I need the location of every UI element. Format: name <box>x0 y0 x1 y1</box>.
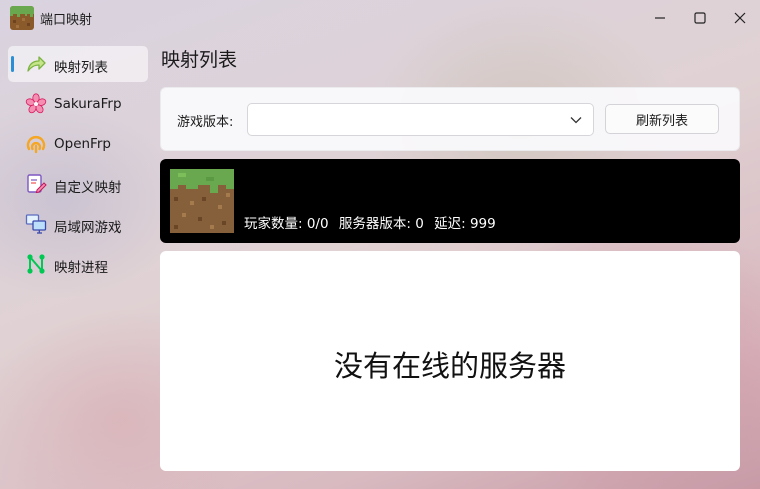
window-title: 端口映射 <box>40 13 93 28</box>
game-version-select[interactable] <box>247 103 594 136</box>
computers-icon <box>25 213 47 235</box>
sidebar-item-lan-games[interactable]: 局域网游戏 <box>8 206 148 242</box>
network-nodes-icon <box>25 253 47 275</box>
sidebar-item-custom-mapping[interactable]: 自定义映射 <box>8 166 148 202</box>
server-card[interactable]: 玩家数量: 0/0 服务器版本: 0 延迟: 999 <box>160 159 740 243</box>
maximize-icon <box>694 12 706 24</box>
minimize-icon <box>655 17 665 19</box>
sidebar-item-label: 自定义映射 <box>54 180 122 196</box>
player-count: 玩家数量: 0/0 <box>244 216 329 232</box>
sidebar-item-label: OpenFrp <box>54 136 111 152</box>
server-version: 服务器版本: 0 <box>338 216 424 232</box>
grass-block-icon <box>10 6 34 30</box>
edit-document-icon <box>25 173 47 195</box>
server-latency: 延迟: 999 <box>434 216 496 232</box>
grass-block-icon <box>170 169 234 233</box>
maximize-button[interactable] <box>682 0 718 36</box>
close-icon <box>734 12 746 24</box>
server-list-panel: 没有在线的服务器 <box>160 251 740 471</box>
sidebar-item-mapping-process[interactable]: 映射进程 <box>8 246 148 282</box>
refresh-list-button[interactable]: 刷新列表 <box>605 104 719 134</box>
share-arrow-icon <box>25 53 47 75</box>
chevron-down-icon <box>570 117 582 124</box>
sidebar-item-label: 映射列表 <box>54 60 108 76</box>
sidebar-item-openfrp[interactable]: OpenFrp <box>8 126 148 162</box>
sidebar-item-label: 映射进程 <box>54 260 108 276</box>
sidebar-item-sakurafrp[interactable]: SakuraFrp <box>8 86 148 122</box>
game-version-label: 游戏版本: <box>177 115 234 130</box>
minimize-button[interactable] <box>642 0 678 36</box>
page-title: 映射列表 <box>161 49 238 71</box>
server-info: 玩家数量: 0/0 服务器版本: 0 延迟: 999 <box>244 212 502 232</box>
sidebar-item-label: SakuraFrp <box>54 96 122 112</box>
title-bar: 端口映射 <box>0 0 760 36</box>
empty-state-message: 没有在线的服务器 <box>333 349 566 383</box>
sidebar-item-mapping-list[interactable]: 映射列表 <box>8 46 148 82</box>
version-filter-card: 游戏版本: 刷新列表 <box>160 87 740 151</box>
openfrp-logo-icon <box>25 133 47 155</box>
sakura-flower-icon <box>25 93 47 115</box>
sidebar-item-label: 局域网游戏 <box>54 220 122 236</box>
close-button[interactable] <box>722 0 758 36</box>
active-indicator <box>11 56 14 72</box>
app-window: 端口映射 映射列表 SakuraFrp OpenFrp 自定义映射 局域网游戏 … <box>0 0 760 489</box>
